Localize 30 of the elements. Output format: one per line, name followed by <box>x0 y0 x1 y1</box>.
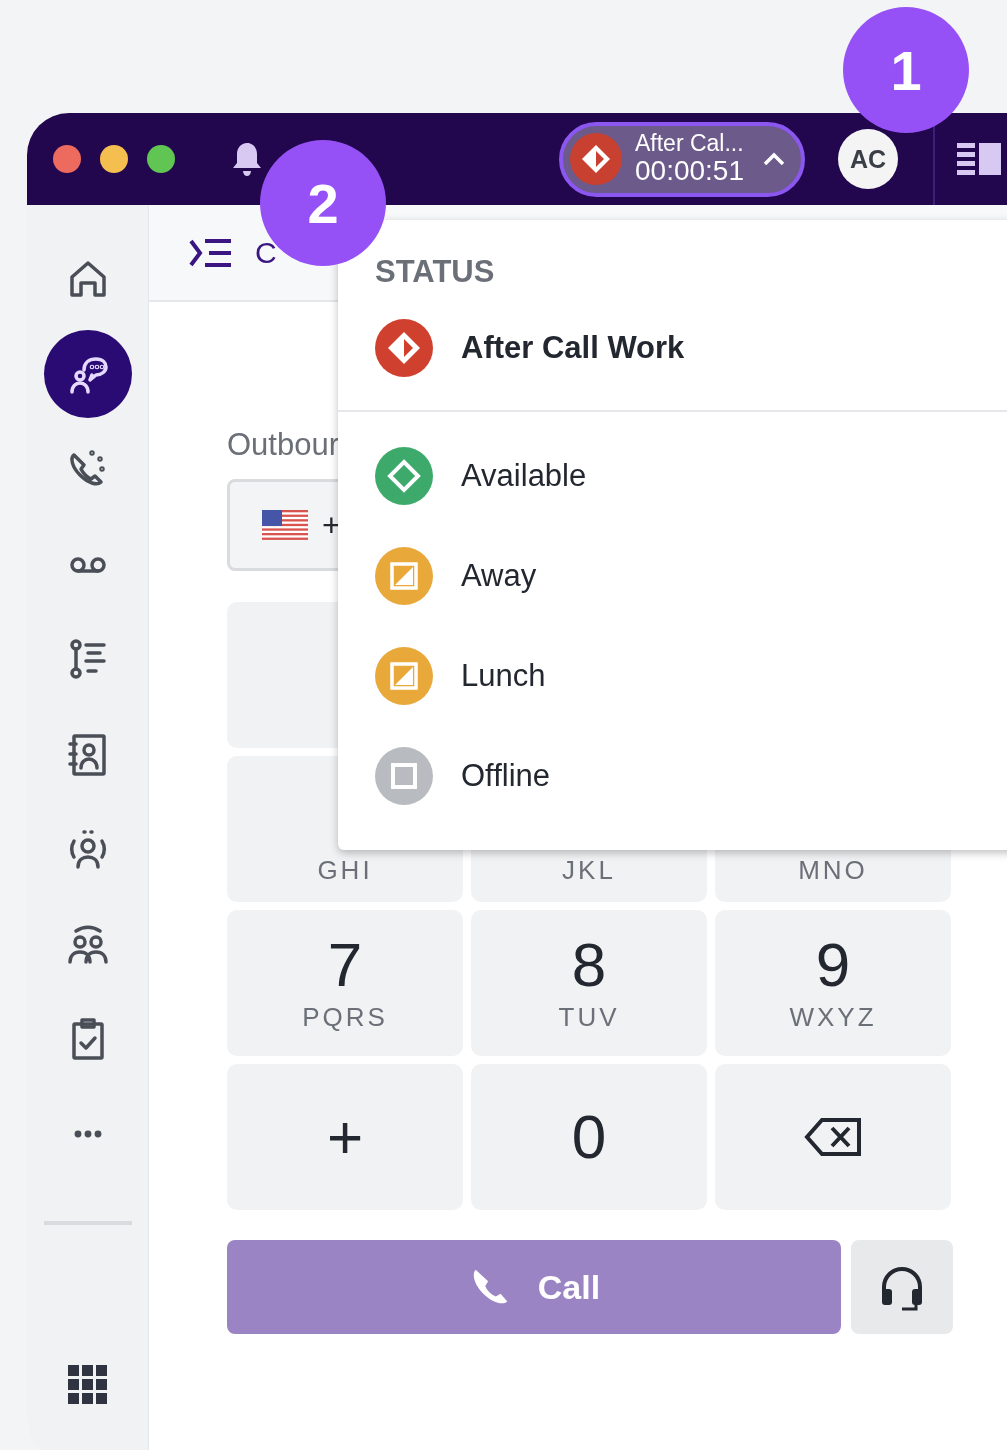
more-icon <box>72 1129 103 1139</box>
status-pill[interactable]: After Cal... 00:00:51 <box>559 121 805 197</box>
collapse-menu-icon[interactable] <box>189 236 233 269</box>
zoom-button[interactable] <box>147 145 175 173</box>
keypad-key[interactable]: 9 WXYZ <box>715 910 951 1056</box>
status-timer: 00:00:51 <box>635 156 744 188</box>
keypad-key[interactable]: 8 TUV <box>471 910 707 1056</box>
keypad-key[interactable]: + <box>227 1064 463 1210</box>
bell-icon[interactable] <box>231 141 263 177</box>
apps-grid-icon[interactable] <box>67 1365 108 1405</box>
status-label: After Cal... <box>635 130 744 157</box>
headset-button[interactable] <box>851 1240 953 1334</box>
status-option[interactable]: Available <box>338 426 1007 526</box>
voicemail-icon <box>67 555 108 573</box>
flag-icon <box>262 510 308 540</box>
status-option[interactable]: Lunch <box>338 626 1007 726</box>
minimize-button[interactable] <box>100 145 128 173</box>
backspace-icon <box>804 1117 862 1157</box>
status-option[interactable]: Offline <box>338 726 1007 826</box>
status-option[interactable]: Away <box>338 526 1007 626</box>
panel-icon[interactable] <box>957 141 1001 177</box>
callout-badge: 1 <box>843 7 969 133</box>
keypad-key[interactable] <box>715 1064 951 1210</box>
status-option[interactable]: After Call Work <box>338 298 1007 398</box>
close-button[interactable] <box>53 145 81 173</box>
keypad-key[interactable]: 7 PQRS <box>227 910 463 1056</box>
field-label: Outbour <box>227 427 340 463</box>
chevron-up-icon <box>762 151 786 167</box>
user-avatar[interactable]: AC <box>838 129 898 189</box>
keypad-key[interactable]: 0 <box>471 1064 707 1210</box>
